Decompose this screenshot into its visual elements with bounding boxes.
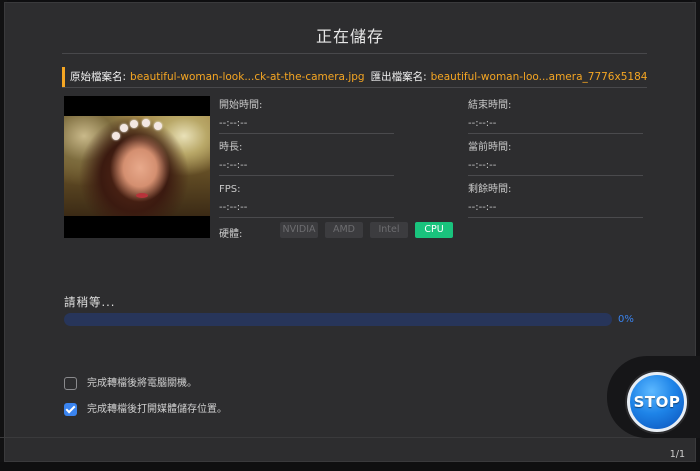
window-bottom-edge [0, 462, 700, 471]
source-file-name: beautiful-woman-look...ck-at-the-camera.… [130, 71, 365, 83]
stat-label: 結束時間: [468, 100, 512, 111]
stop-button[interactable]: STOP [627, 372, 687, 432]
stat-label: 時長: [219, 142, 243, 153]
title-divider [62, 53, 647, 54]
stat-value: --:--:-- [219, 118, 248, 129]
stat-end-time: 結束時間: --:--:-- [468, 100, 643, 136]
thumbnail-image [64, 116, 210, 216]
hardware-nvidia-button[interactable]: NVIDIA [280, 222, 318, 238]
hardware-amd-button[interactable]: AMD [325, 222, 363, 238]
footer-divider [0, 437, 690, 438]
stat-value: --:--:-- [468, 202, 497, 213]
stat-value: --:--:-- [468, 160, 497, 171]
export-file-label: 匯出檔案名: [370, 71, 427, 83]
progress-bar [64, 313, 612, 326]
shutdown-checkbox[interactable] [64, 377, 77, 390]
stat-start-time: 開始時間: --:--:-- [219, 100, 394, 136]
hardware-label: 硬體: [219, 229, 243, 240]
hardware-cpu-button[interactable]: CPU [415, 222, 453, 238]
stat-label: 剩餘時間: [468, 184, 512, 195]
hardware-intel-button[interactable]: Intel [370, 222, 408, 238]
open-folder-checkbox[interactable] [64, 403, 77, 416]
export-file-name: beautiful-woman-loo...amera_7776x5184.jp… [430, 71, 647, 83]
progress-status-text: 請稍等... [64, 295, 116, 309]
page-indicator: 1/1 [669, 449, 685, 460]
file-names-row: 原始檔案名: beautiful-woman-look...ck-at-the-c… [62, 67, 647, 87]
stat-value: --:--:-- [468, 118, 497, 129]
stat-label: 當前時間: [468, 142, 512, 153]
stat-current-time: 當前時間: --:--:-- [468, 142, 643, 178]
source-file-label: 原始檔案名: [70, 71, 127, 83]
stat-label: 開始時間: [219, 100, 263, 111]
shutdown-checkbox-label[interactable]: 完成轉檔後將電腦關機。 [87, 377, 197, 390]
stat-remaining-time: 剩餘時間: --:--:-- [468, 184, 643, 220]
stat-label: FPS: [219, 184, 241, 195]
progress-percent: 0% [618, 314, 634, 325]
stat-value: --:--:-- [219, 160, 248, 171]
dialog-title: 正在儲存 [315, 27, 384, 46]
media-thumbnail [64, 96, 210, 238]
stat-fps: FPS: --:--:-- [219, 184, 394, 220]
file-row-divider [62, 87, 647, 88]
stat-value: --:--:-- [219, 202, 248, 213]
stat-duration: 時長: --:--:-- [219, 142, 394, 178]
open-folder-checkbox-label[interactable]: 完成轉檔後打開媒體儲存位置。 [87, 403, 227, 416]
